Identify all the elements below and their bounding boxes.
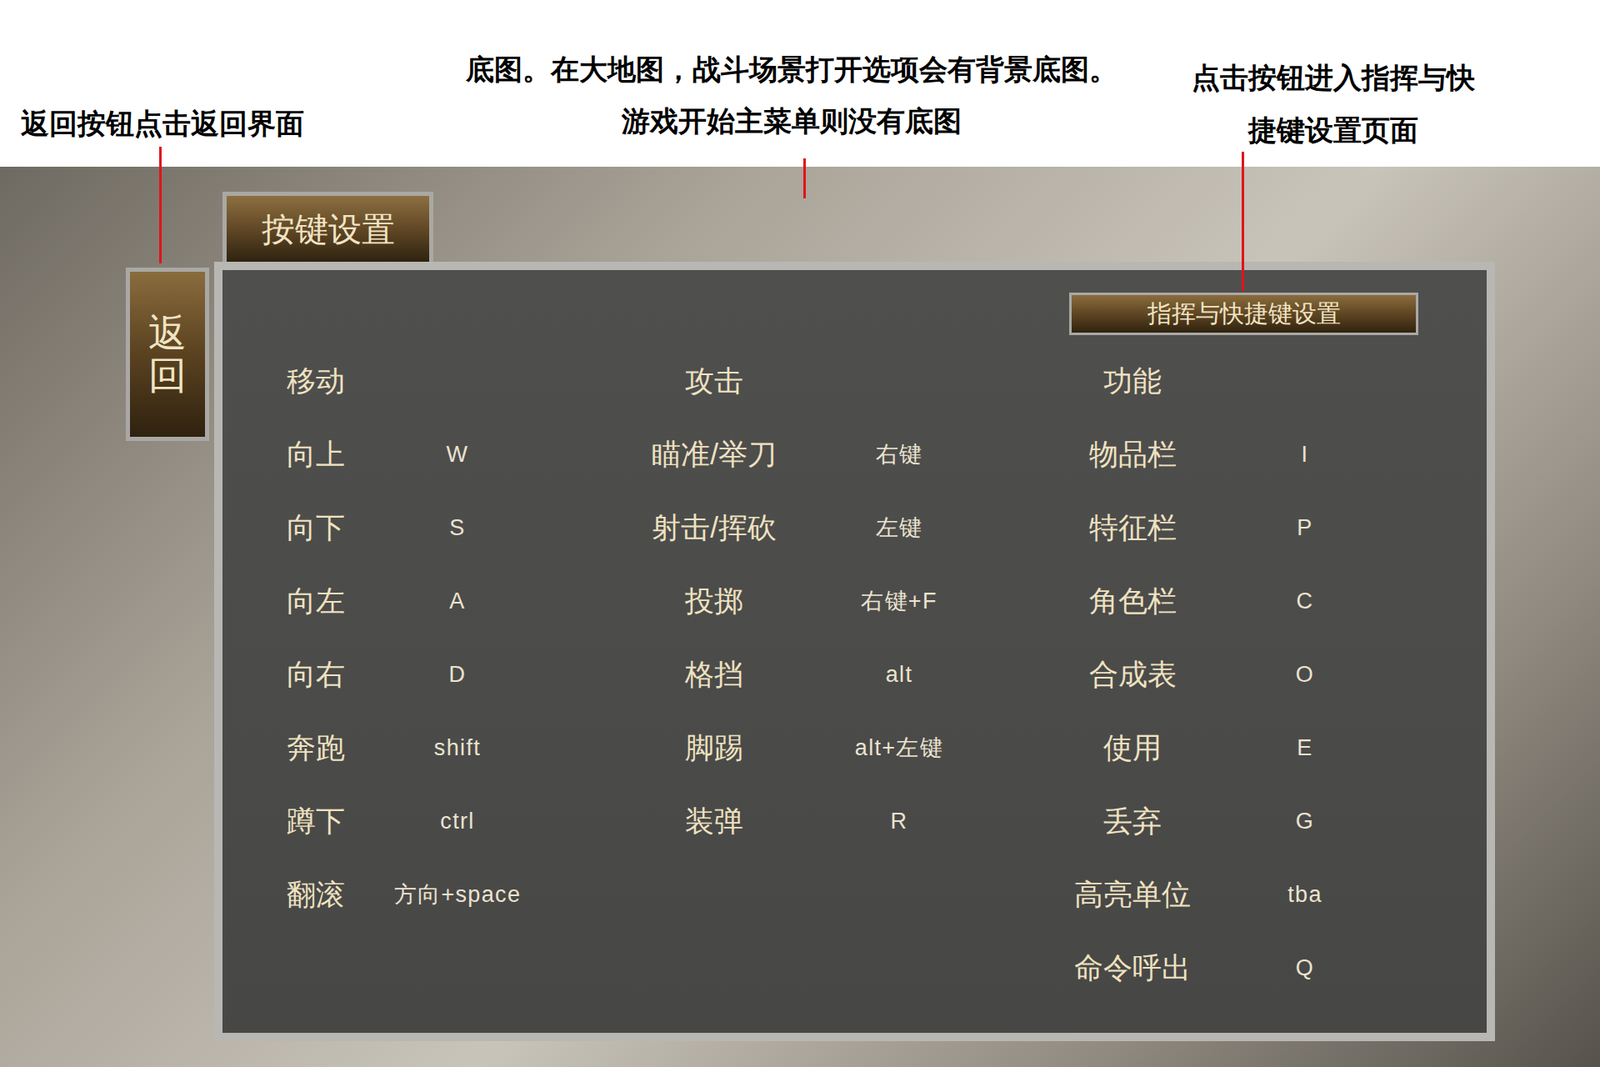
- key-binding[interactable]: alt+左键: [830, 710, 968, 785]
- group-title: 移动: [257, 344, 375, 418]
- key-binding[interactable]: tba: [1224, 857, 1386, 931]
- title-tab: 按键设置: [222, 191, 434, 262]
- key-binding[interactable]: 右键: [830, 417, 968, 491]
- group-title: 功能: [1040, 344, 1225, 418]
- action-label: 奔跑: [257, 710, 375, 785]
- action-label: 向下: [257, 490, 375, 565]
- background-area: 返回按键设置指挥与快捷键设置移动向上W向下S向左A向右D奔跑shift蹲下ctr…: [0, 166, 1600, 1067]
- bindings-table: 移动向上W向下S向左A向右D奔跑shift蹲下ctrl翻滚方向+space攻击瞄…: [222, 344, 1487, 1005]
- annotation: 点击按钮进入指挥与快捷键设置页面: [1166, 51, 1500, 157]
- shortcut-settings-button[interactable]: 指挥与快捷键设置: [1069, 292, 1419, 335]
- key-binding[interactable]: E: [1224, 710, 1386, 785]
- action-label: 合成表: [1040, 637, 1225, 711]
- key-binding[interactable]: A: [374, 564, 541, 638]
- key-binding[interactable]: P: [1224, 490, 1386, 565]
- key-binding[interactable]: 方向+space: [374, 857, 541, 931]
- key-binding[interactable]: R: [830, 784, 968, 858]
- annotation: 底图。在大地图，战斗场景打开选项会有背景底图。游戏开始主菜单则没有底图: [416, 43, 1167, 147]
- group-title: 攻击: [597, 344, 831, 418]
- action-label: 物品栏: [1040, 417, 1225, 491]
- key-binding[interactable]: 左键: [830, 490, 968, 565]
- key-binding[interactable]: alt: [830, 637, 968, 711]
- action-label: 命令呼出: [1040, 930, 1225, 1005]
- back-button[interactable]: 返回: [125, 267, 210, 441]
- key-binding[interactable]: S: [374, 490, 541, 565]
- action-label: 向上: [257, 417, 375, 491]
- annotation-line: [159, 146, 162, 264]
- action-label: 脚踢: [597, 710, 831, 785]
- action-label: 高亮单位: [1040, 857, 1225, 931]
- action-label: 向左: [257, 564, 375, 638]
- action-label: 角色栏: [1040, 564, 1225, 638]
- page: 返回按键设置指挥与快捷键设置移动向上W向下S向左A向右D奔跑shift蹲下ctr…: [0, 0, 1600, 1067]
- action-label: 蹲下: [257, 784, 375, 858]
- key-binding[interactable]: G: [1224, 784, 1386, 858]
- key-binding[interactable]: ctrl: [374, 784, 541, 858]
- key-binding[interactable]: Q: [1224, 930, 1386, 1005]
- action-label: 投掷: [597, 564, 831, 638]
- settings-panel: 指挥与快捷键设置移动向上W向下S向左A向右D奔跑shift蹲下ctrl翻滚方向+…: [214, 261, 1495, 1041]
- key-binding[interactable]: shift: [374, 710, 541, 785]
- annotation-line: [1241, 151, 1245, 291]
- action-label: 射击/挥砍: [597, 490, 831, 565]
- binding-group: 功能物品栏I特征栏P角色栏C合成表O使用E丢弃G高亮单位tba命令呼出Q: [1040, 344, 1386, 1005]
- action-label: 使用: [1040, 710, 1225, 785]
- settings-window: 按键设置指挥与快捷键设置移动向上W向下S向左A向右D奔跑shift蹲下ctrl翻…: [214, 191, 1495, 1041]
- key-binding[interactable]: I: [1224, 417, 1386, 491]
- action-label: 装弹: [597, 784, 831, 858]
- action-label: 丢弃: [1040, 784, 1225, 858]
- annotation: 返回按钮点击返回界面: [20, 106, 305, 141]
- binding-group: 攻击瞄准/举刀右键射击/挥砍左键投掷右键+F格挡alt脚踢alt+左键装弹R: [597, 344, 968, 858]
- action-label: 格挡: [597, 637, 831, 711]
- key-binding[interactable]: O: [1224, 637, 1386, 711]
- key-binding[interactable]: C: [1224, 564, 1386, 638]
- action-label: 瞄准/举刀: [597, 417, 831, 491]
- action-label: 向右: [257, 637, 375, 711]
- key-binding[interactable]: D: [374, 637, 541, 711]
- annotation-line: [803, 158, 806, 199]
- key-binding[interactable]: 右键+F: [830, 564, 968, 638]
- binding-group: 移动向上W向下S向左A向右D奔跑shift蹲下ctrl翻滚方向+space: [257, 344, 541, 931]
- action-label: 翻滚: [257, 857, 375, 931]
- key-binding[interactable]: W: [374, 417, 541, 491]
- action-label: 特征栏: [1040, 490, 1225, 565]
